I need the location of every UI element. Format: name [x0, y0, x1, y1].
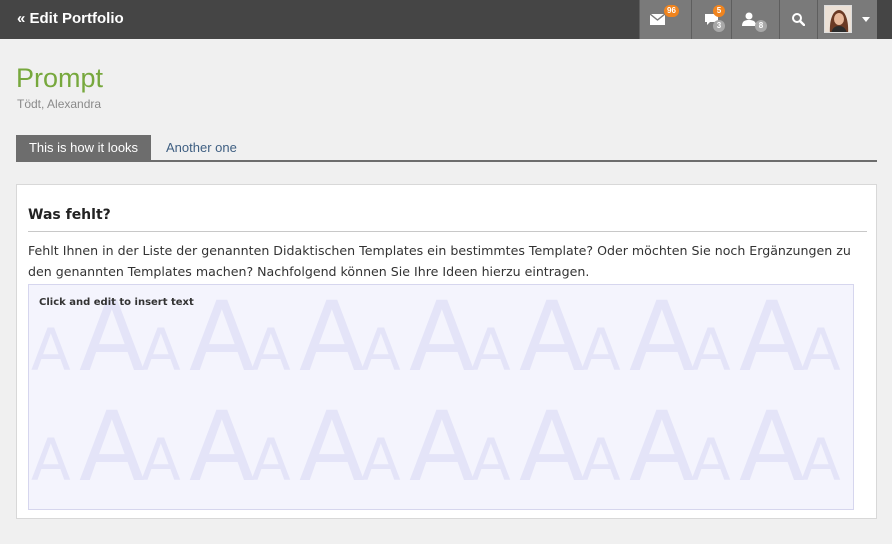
svg-text:A: A — [79, 391, 145, 503]
svg-text:A: A — [739, 285, 805, 393]
tab-this-is-how-it-looks[interactable]: This is how it looks — [16, 135, 151, 160]
user-icon — [742, 12, 756, 26]
search-button[interactable] — [779, 0, 817, 39]
svg-text:A: A — [739, 391, 805, 503]
svg-text:A: A — [31, 316, 71, 384]
search-icon — [792, 13, 805, 26]
svg-text:A: A — [471, 316, 511, 384]
messages-sub-count-badge: 3 — [713, 20, 725, 32]
page-title: Prompt — [16, 63, 104, 93]
messages-count-badge: 5 — [713, 5, 725, 17]
svg-text:A: A — [691, 426, 731, 494]
svg-text:A: A — [629, 391, 695, 503]
block-description: Fehlt Ihnen in der Liste der genannten D… — [28, 243, 851, 279]
svg-text:A: A — [519, 285, 585, 393]
tab-another-one[interactable]: Another one — [166, 135, 237, 160]
svg-text:A: A — [189, 391, 255, 503]
avatar — [824, 5, 852, 33]
svg-text:A: A — [629, 285, 695, 393]
svg-text:A: A — [801, 426, 841, 494]
svg-text:A: A — [691, 316, 731, 384]
content-panel: Was fehlt? Fehlt Ihnen in der Liste der … — [16, 184, 877, 519]
svg-text:A: A — [519, 391, 585, 503]
view-tabs: This is how it looks Another one — [16, 135, 877, 162]
svg-text:A: A — [141, 316, 181, 384]
svg-text:A: A — [581, 426, 621, 494]
top-navigation-bar: « Edit Portfolio 96 5 3 8 — [0, 0, 892, 39]
svg-text:A: A — [361, 426, 401, 494]
svg-text:A: A — [251, 316, 291, 384]
inbox-button[interactable]: 96 — [639, 0, 691, 39]
text-watermark-pattern: AA AA AA AA AA AA AA A AA AA AA AA AA AA… — [31, 285, 841, 503]
svg-text:A: A — [299, 391, 365, 503]
block-title: Was fehlt? — [28, 207, 111, 223]
avatar-portrait — [825, 6, 851, 32]
svg-text:A: A — [409, 285, 475, 393]
svg-text:A: A — [409, 391, 475, 503]
users-button[interactable]: 8 — [731, 0, 779, 39]
svg-text:A: A — [581, 316, 621, 384]
block-title-divider — [28, 231, 867, 232]
svg-text:A: A — [141, 426, 181, 494]
svg-text:A: A — [299, 285, 365, 393]
chevron-down-icon — [862, 17, 870, 22]
users-count-badge: 8 — [755, 20, 767, 32]
svg-text:A: A — [361, 316, 401, 384]
page-author: Tödt, Alexandra — [17, 97, 102, 111]
svg-text:A: A — [471, 426, 511, 494]
text-editor-area[interactable]: Click and edit to insert text AA AA AA A… — [28, 284, 854, 510]
messages-button[interactable]: 5 3 — [691, 0, 731, 39]
editor-placeholder-hint: Click and edit to insert text — [39, 297, 194, 308]
svg-text:A: A — [251, 426, 291, 494]
svg-text:A: A — [31, 426, 71, 494]
svg-text:A: A — [801, 316, 841, 384]
inbox-count-badge: 96 — [664, 5, 679, 17]
user-menu-button[interactable] — [817, 0, 877, 39]
envelope-icon — [650, 14, 665, 25]
edit-portfolio-back-link[interactable]: « Edit Portfolio — [17, 10, 124, 27]
svg-text:A: A — [189, 285, 255, 393]
